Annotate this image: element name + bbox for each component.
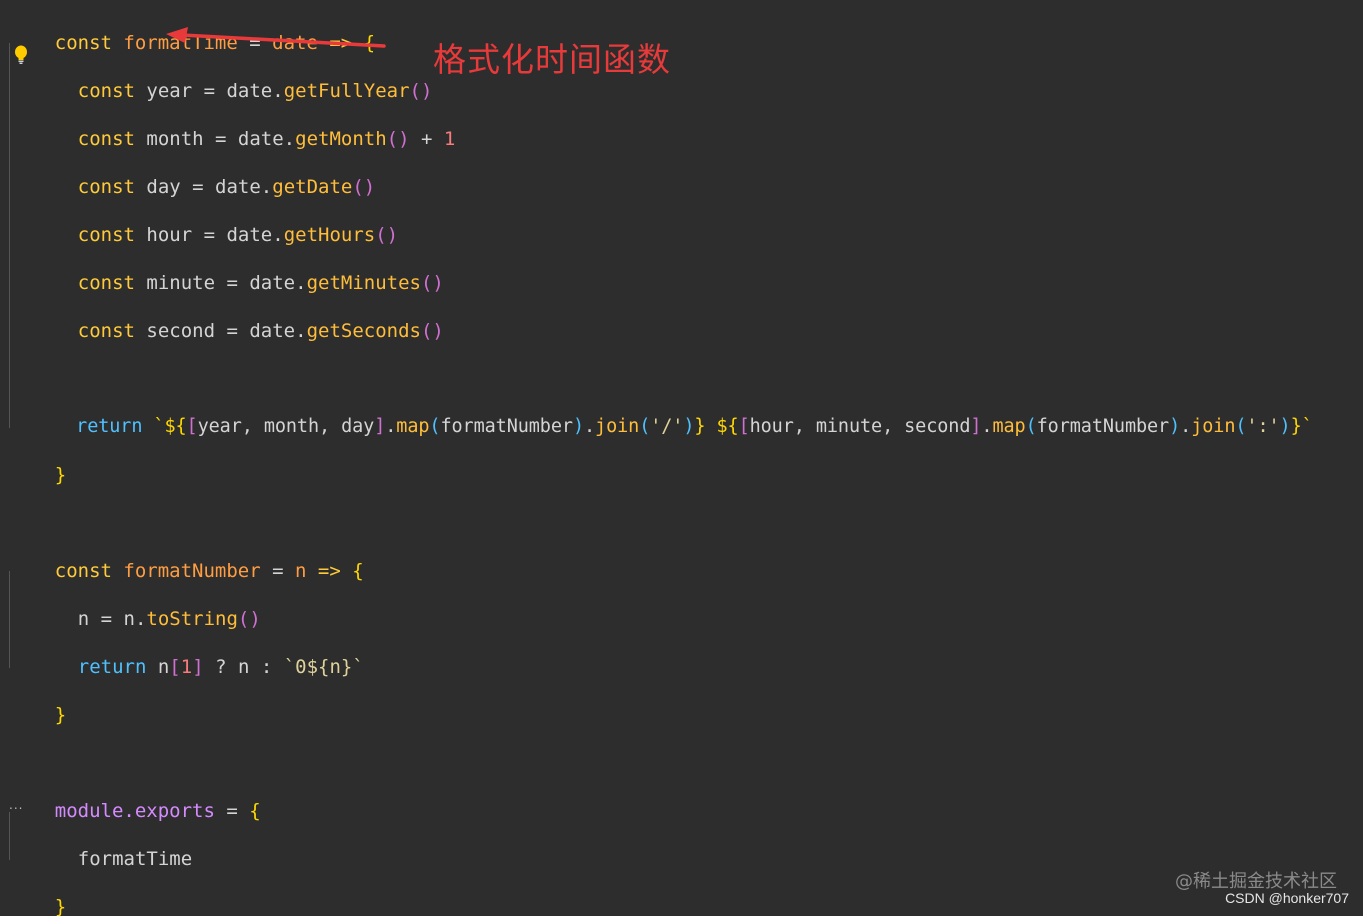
code-line[interactable]: return `${[year, month, day].map(formatN… — [32, 391, 1313, 437]
code-line[interactable]: module.exports = { — [9, 775, 261, 822]
code-line[interactable]: } — [9, 871, 66, 916]
code-line[interactable]: const day = date.getDate() — [32, 151, 375, 198]
code-line[interactable]: const minute = date.getMinutes() — [32, 247, 444, 294]
code-line[interactable]: formatTime — [32, 823, 192, 870]
fold-indicator[interactable]: ... — [9, 799, 23, 811]
code-editor[interactable]: const formatTime = date => { const year … — [0, 0, 1363, 916]
code-line[interactable]: const year = date.getFullYear() — [32, 55, 433, 102]
code-line[interactable]: n = n.toString() — [32, 583, 261, 630]
indent-guide — [9, 43, 10, 428]
code-line[interactable]: } — [9, 679, 66, 726]
lightbulb-icon[interactable] — [13, 45, 29, 65]
credit-text: CSDN @honker707 — [1225, 890, 1349, 906]
function-name: formatNumber — [123, 560, 261, 582]
code-line[interactable]: const month = date.getMonth() + 1 — [32, 103, 456, 150]
code-line[interactable]: return n[1] ? n : `0${n}` — [32, 631, 364, 678]
keyword: const — [54, 32, 112, 54]
code-line[interactable]: const second = date.getSeconds() — [32, 295, 444, 342]
return-keyword: return — [76, 416, 143, 437]
annotation-arrow-icon — [166, 27, 386, 48]
code-line[interactable]: } — [9, 439, 66, 486]
code-line[interactable]: const hour = date.getHours() — [32, 199, 398, 246]
method-call: getFullYear — [283, 80, 410, 102]
code-line[interactable]: const formatNumber = n => { — [9, 535, 364, 582]
annotation-label: 格式化时间函数 — [433, 40, 671, 79]
